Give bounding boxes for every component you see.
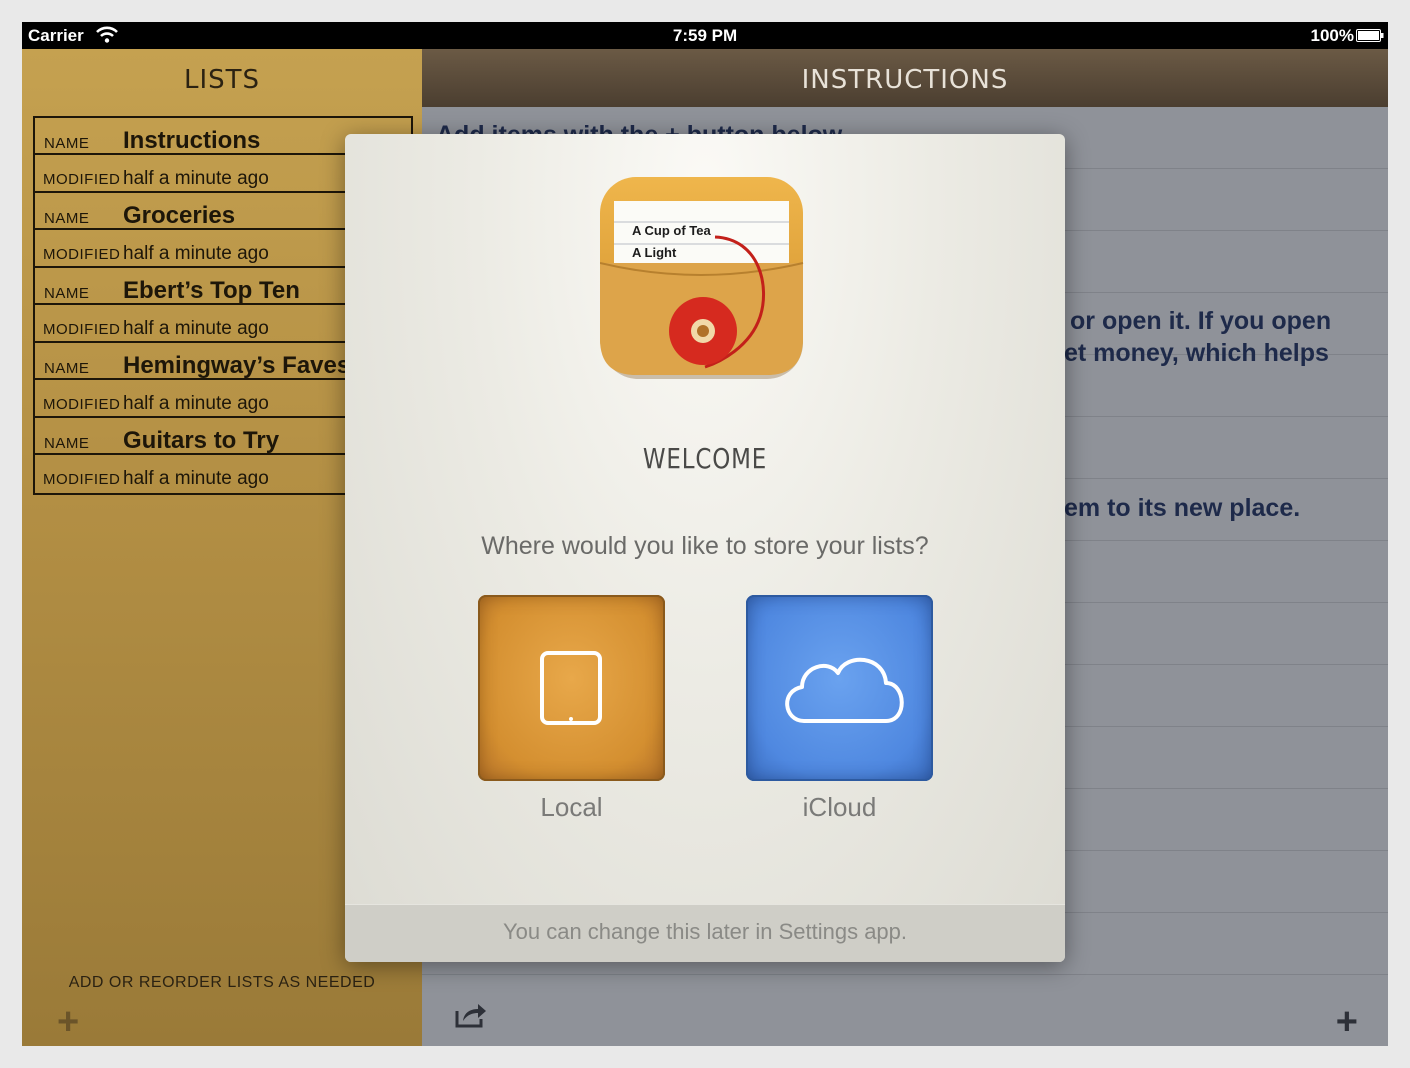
add-item-button[interactable]: + — [1336, 1001, 1358, 1044]
name-label: NAME — [44, 135, 90, 152]
list-modified: half a minute ago — [123, 468, 269, 489]
add-list-button[interactable]: + — [57, 1001, 79, 1044]
list-modified: half a minute ago — [123, 168, 269, 189]
name-label: NAME — [44, 360, 90, 377]
welcome-title: WELCOME — [642, 442, 768, 475]
ipad-icon — [540, 651, 602, 725]
battery-icon — [1356, 29, 1384, 42]
list-modified: half a minute ago — [123, 393, 269, 414]
list-name: Hemingway’s Faves — [123, 352, 351, 379]
battery-percent: 100% — [1310, 26, 1354, 45]
name-label: NAME — [44, 210, 90, 227]
list-name: Instructions — [123, 127, 261, 154]
storage-question: Where would you like to store your lists… — [481, 532, 929, 560]
lists-title: LISTS — [183, 65, 261, 95]
status-time: 7:59 PM — [672, 26, 738, 45]
welcome-dialog: A Cup of Tea A Light WELCOME Where would… — [345, 134, 1065, 962]
icloud-storage-button[interactable] — [746, 595, 933, 781]
instruction-line[interactable]: or open it. If you open — [1070, 307, 1331, 336]
list-name: Guitars to Try — [123, 427, 280, 454]
instruction-line[interactable]: em to its new place. — [1064, 494, 1300, 523]
app-icon-item: A Cup of Tea — [632, 223, 711, 238]
app-icon — [600, 177, 804, 379]
lists-footer-hint: ADD OR REORDER LISTS AS NEEDED — [68, 974, 376, 991]
list-name: Ebert’s Top Ten — [123, 277, 300, 304]
list-modified: half a minute ago — [123, 243, 269, 264]
list-name: Groceries — [123, 202, 236, 229]
modified-label: MODIFIED — [43, 246, 121, 263]
instructions-title: INSTRUCTIONS — [422, 49, 1388, 107]
modified-label: MODIFIED — [43, 321, 121, 338]
instruction-line[interactable]: et money, which helps — [1064, 339, 1329, 368]
modified-label: MODIFIED — [43, 471, 121, 488]
settings-hint: You can change this later in Settings ap… — [345, 904, 1065, 962]
local-label: Local — [540, 792, 603, 822]
list-modified: half a minute ago — [123, 318, 269, 339]
modified-label: MODIFIED — [43, 396, 121, 413]
modified-label: MODIFIED — [43, 171, 121, 188]
cloud-icon — [785, 657, 904, 723]
app-icon-item: A Light — [632, 245, 677, 260]
name-label: NAME — [44, 285, 90, 302]
icloud-label: iCloud — [802, 792, 877, 822]
status-bar: Carrier 7:59 PM 100% — [22, 22, 1388, 49]
local-storage-button[interactable] — [478, 595, 665, 781]
name-label: NAME — [44, 435, 90, 452]
share-icon[interactable] — [454, 999, 488, 1029]
